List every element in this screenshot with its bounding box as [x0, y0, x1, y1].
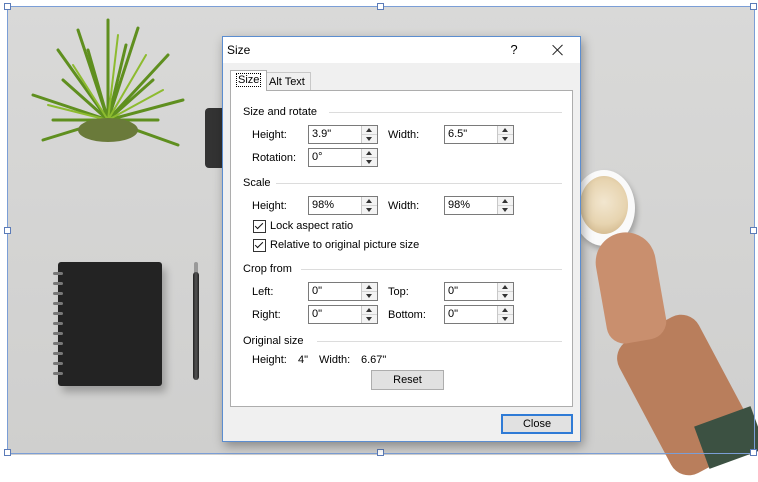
spin-down-button[interactable] [362, 206, 377, 214]
resize-handle-top-right[interactable] [750, 3, 757, 10]
width-label: Width: [388, 129, 420, 141]
section-divider [301, 269, 562, 270]
rotation-value: 0° [312, 151, 323, 163]
spin-down-button[interactable] [498, 135, 513, 143]
spinner-arrows [497, 306, 513, 323]
crop-top-value: 0" [448, 285, 459, 297]
size-tab-panel: Size and rotate Height: 3.9" Width: 6.5"… [230, 90, 573, 407]
section-size-and-rotate: Size and rotate [243, 106, 317, 118]
crop-left-spinner[interactable]: 0" [308, 282, 378, 301]
spin-down-button[interactable] [498, 315, 513, 323]
tab-size[interactable]: Size [230, 70, 268, 91]
lock-aspect-ratio-label[interactable]: Lock aspect ratio [270, 220, 353, 232]
spin-up-button[interactable] [498, 306, 513, 315]
relative-original-size-label[interactable]: Relative to original picture size [270, 239, 419, 251]
original-width-value: 6.67" [361, 354, 387, 366]
reset-button[interactable]: Reset [371, 370, 444, 390]
notebook-image [53, 262, 162, 386]
section-scale: Scale [243, 177, 271, 189]
scale-height-spinner[interactable]: 98% [308, 196, 378, 215]
crop-bottom-label: Bottom: [388, 309, 426, 321]
spin-down-button[interactable] [362, 135, 377, 143]
section-crop-from: Crop from [243, 263, 292, 275]
spinner-arrows [497, 197, 513, 214]
pen-image [193, 272, 199, 380]
original-height-label: Height: [252, 354, 287, 366]
height-spinner[interactable]: 3.9" [308, 125, 378, 144]
crop-bottom-spinner[interactable]: 0" [444, 305, 514, 324]
crop-left-label: Left: [252, 286, 274, 298]
width-value: 6.5" [448, 128, 468, 140]
spin-down-button[interactable] [498, 292, 513, 300]
section-divider [317, 341, 562, 342]
crop-bottom-value: 0" [448, 308, 459, 320]
spinner-arrows [361, 149, 377, 166]
spinner-arrows [497, 126, 513, 143]
resize-handle-top-left[interactable] [4, 3, 11, 10]
spinner-arrows [361, 283, 377, 300]
spinner-arrows [361, 197, 377, 214]
original-width-label: Width: [319, 354, 351, 366]
spin-up-button[interactable] [362, 283, 377, 292]
crop-top-spinner[interactable]: 0" [444, 282, 514, 301]
help-button[interactable]: ? [503, 40, 525, 60]
scale-width-value: 98% [448, 199, 471, 211]
spin-up-button[interactable] [362, 149, 377, 158]
spin-down-button[interactable] [362, 292, 377, 300]
scale-height-value: 98% [312, 199, 335, 211]
resize-handle-top[interactable] [377, 3, 384, 10]
spin-up-button[interactable] [498, 283, 513, 292]
height-value: 3.9" [312, 128, 332, 140]
resize-handle-right[interactable] [750, 227, 757, 234]
spin-down-button[interactable] [362, 315, 377, 323]
spinner-arrows [361, 126, 377, 143]
tab-alt-text[interactable]: Alt Text [263, 72, 311, 91]
original-height-value: 4" [298, 354, 309, 366]
height-label: Height: [252, 129, 287, 141]
spin-up-button[interactable] [362, 306, 377, 315]
crop-right-label: Right: [252, 309, 281, 321]
tab-size-label: Size [236, 73, 262, 87]
size-dialog: Size ? Size Alt Text Size and rotate Hei… [222, 36, 581, 442]
spin-up-button[interactable] [498, 126, 513, 135]
crop-right-spinner[interactable]: 0" [308, 305, 378, 324]
spin-down-button[interactable] [498, 206, 513, 214]
dialog-title: Size [227, 43, 251, 57]
crop-right-value: 0" [312, 308, 323, 320]
resize-handle-left[interactable] [4, 227, 11, 234]
section-divider [276, 183, 562, 184]
section-original-size: Original size [243, 335, 304, 347]
rotation-label: Rotation: [252, 152, 297, 164]
scale-width-label: Width: [388, 200, 420, 212]
section-divider [329, 112, 562, 113]
relative-original-size-checkbox[interactable] [253, 239, 266, 252]
rotation-spinner[interactable]: 0° [308, 148, 378, 167]
close-icon[interactable] [545, 40, 571, 60]
tablet-edge [205, 108, 223, 168]
lock-aspect-ratio-checkbox[interactable] [253, 220, 266, 233]
spinner-arrows [361, 306, 377, 323]
coffee-image [580, 176, 628, 234]
scale-height-label: Height: [252, 200, 287, 212]
spin-up-button[interactable] [498, 197, 513, 206]
spin-up-button[interactable] [362, 197, 377, 206]
crop-left-value: 0" [312, 285, 323, 297]
width-spinner[interactable]: 6.5" [444, 125, 514, 144]
spinner-arrows [497, 283, 513, 300]
crop-top-label: Top: [388, 286, 409, 298]
spin-down-button[interactable] [362, 158, 377, 166]
scale-width-spinner[interactable]: 98% [444, 196, 514, 215]
dialog-titlebar[interactable]: Size ? [223, 37, 580, 63]
plant-image [31, 18, 185, 147]
spin-up-button[interactable] [362, 126, 377, 135]
close-button[interactable]: Close [501, 414, 573, 434]
